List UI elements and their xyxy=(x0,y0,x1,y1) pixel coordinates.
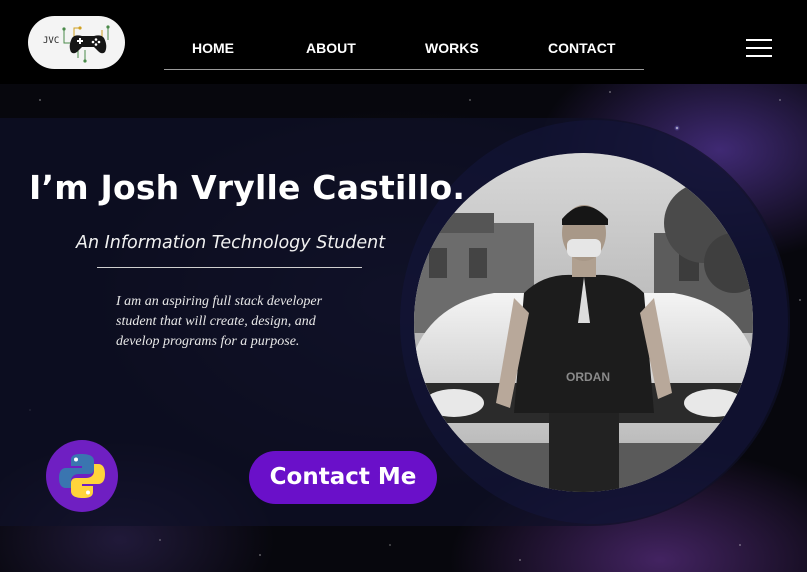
nav-about-link[interactable]: ABOUT xyxy=(306,40,356,56)
svg-text:ORDAN: ORDAN xyxy=(566,370,610,384)
profile-photo-image: ORDAN xyxy=(414,153,753,492)
nav-contact-link[interactable]: CONTACT xyxy=(548,40,615,56)
hero-subtitle: An Information Technology Student xyxy=(76,233,386,253)
hero-description-line: develop programs for a purpose. xyxy=(116,334,300,349)
hero-divider xyxy=(97,267,362,268)
site-logo[interactable]: JVC xyxy=(28,16,125,69)
site-header: JVC HOME ABOUT WORKS CONTACT xyxy=(0,0,807,84)
python-logo-icon xyxy=(59,454,105,498)
hero-description: I am an aspiring full stack developer st… xyxy=(116,292,356,352)
main-nav: HOME ABOUT WORKS CONTACT xyxy=(164,32,644,70)
hero-title: I’m Josh Vrylle Castillo. xyxy=(29,168,466,207)
hero-description-line: student that will create, design, and xyxy=(116,314,316,329)
hamburger-menu-icon[interactable] xyxy=(746,39,772,57)
hero-description-line: I am an aspiring full stack developer xyxy=(116,294,323,309)
nav-home-link[interactable]: HOME xyxy=(192,40,234,56)
python-badge[interactable] xyxy=(46,440,118,512)
profile-photo: ORDAN xyxy=(414,153,753,492)
nav-works-link[interactable]: WORKS xyxy=(425,40,479,56)
contact-me-button[interactable]: Contact Me xyxy=(249,451,437,504)
page: JVC HOME ABOUT WORKS CONTACT I’m Josh Vr… xyxy=(0,0,807,572)
gamepad-icon xyxy=(62,25,110,63)
